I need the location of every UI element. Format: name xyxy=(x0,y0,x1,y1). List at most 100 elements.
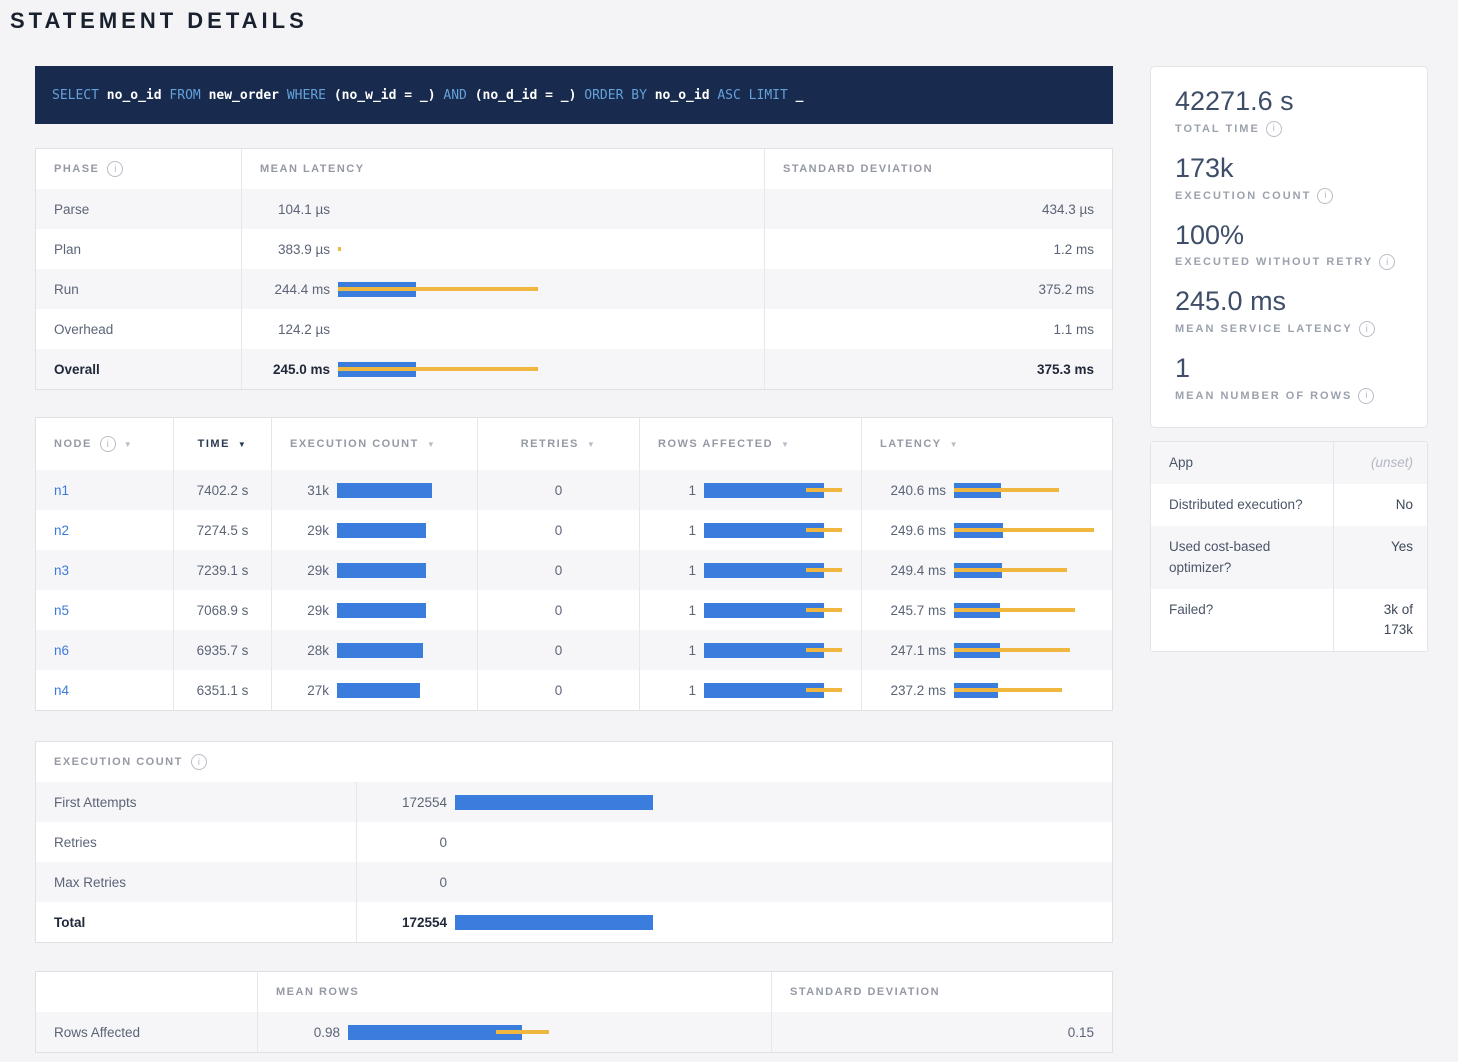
node-link[interactable]: n4 xyxy=(54,683,69,698)
latency-cell: 249.6 ms xyxy=(861,510,1114,550)
table-row: n6 6935.7 s 28k 0 1 247.1 ms xyxy=(36,630,1112,670)
stat-value: 42271.6 s xyxy=(1175,85,1403,119)
stat-value: 100% xyxy=(1175,219,1403,253)
stddev-value: 1.1 ms xyxy=(764,309,1114,349)
detail-row: Used cost-based optimizer? Yes xyxy=(1151,526,1427,589)
rows-affected-value: 1 xyxy=(640,603,696,618)
latency-bar-chart xyxy=(338,282,752,297)
mean-rows-bar-chart xyxy=(348,1025,759,1040)
mean-bar xyxy=(337,483,432,498)
sql-token-identifier: _ xyxy=(796,88,804,103)
execution-count-cell: 27k xyxy=(271,670,477,710)
stat-label-text: EXECUTION COUNT xyxy=(1175,190,1311,202)
latency-column-header[interactable]: LATENCY ▼ xyxy=(861,418,1114,470)
info-icon[interactable]: i xyxy=(107,161,123,177)
node-column-header[interactable]: NODE i ▼ xyxy=(36,418,173,470)
time-column-header[interactable]: TIME ▼ xyxy=(173,418,271,470)
node-cell: n4 xyxy=(36,670,173,710)
execution-count-value-cell: 172554 xyxy=(356,902,1114,942)
info-icon[interactable]: i xyxy=(191,754,207,770)
execution-count-bar-chart xyxy=(337,483,465,498)
info-icon[interactable]: i xyxy=(1317,188,1333,204)
mean-latency-cell: 124.2 µs xyxy=(241,309,764,349)
latency-bar-chart xyxy=(954,683,1102,698)
stat-label-text: MEAN SERVICE LATENCY xyxy=(1175,323,1353,335)
latency-cell: 247.1 ms xyxy=(861,630,1114,670)
stat-label: MEAN NUMBER OF ROWS i xyxy=(1175,388,1403,404)
execution-count-column-header[interactable]: EXECUTION COUNT ▼ xyxy=(271,418,477,470)
table-row: Total 172554 xyxy=(36,902,1112,942)
rows-affected-bar-chart xyxy=(704,683,849,698)
execution-count-table-header-label: EXECUTION COUNT xyxy=(54,756,183,768)
execution-count-bar-chart xyxy=(455,915,1102,930)
time-header-label: TIME xyxy=(198,438,230,450)
rows-affected-row-label: Rows Affected xyxy=(36,1012,257,1052)
retries-value: 0 xyxy=(477,510,639,550)
table-row: Plan 383.9 µs 1.2 ms xyxy=(36,229,1112,269)
stddev-bar xyxy=(806,608,842,612)
side-column: 42271.6 s TOTAL TIME i 173k EXECUTION CO… xyxy=(1150,66,1428,652)
detail-label: App xyxy=(1151,442,1334,484)
retries-column-header[interactable]: RETRIES ▼ xyxy=(477,418,639,470)
node-link[interactable]: n3 xyxy=(54,563,69,578)
stddev-bar xyxy=(496,1030,549,1034)
execution-count-header-row: EXECUTION COUNT i xyxy=(36,742,1112,782)
stat-block: 1 MEAN NUMBER OF ROWS i xyxy=(1175,352,1403,404)
node-table-header-row: NODE i ▼ TIME ▼ EXECUTION COUNT ▼ RETRIE… xyxy=(36,418,1112,470)
page-title: STATEMENT DETAILS xyxy=(10,8,308,34)
stat-value: 1 xyxy=(1175,352,1403,386)
stat-block: 42271.6 s TOTAL TIME i xyxy=(1175,85,1403,137)
execution-count-row-label: Max Retries xyxy=(36,862,356,902)
rows-affected-value: 1 xyxy=(640,523,696,538)
sql-token-identifier: (no_w_id = _) xyxy=(334,88,444,103)
stat-label: TOTAL TIME i xyxy=(1175,121,1403,137)
stat-block: 245.0 ms MEAN SERVICE LATENCY i xyxy=(1175,285,1403,337)
sql-token-keyword: SELECT xyxy=(52,88,107,103)
rows-affected-column-header[interactable]: ROWS AFFECTED ▼ xyxy=(639,418,861,470)
node-link[interactable]: n1 xyxy=(54,483,69,498)
rows-affected-value: 1 xyxy=(640,643,696,658)
latency-bar-chart xyxy=(954,603,1102,618)
sort-arrow-icon: ▼ xyxy=(238,440,247,449)
node-link[interactable]: n6 xyxy=(54,643,69,658)
mean-latency-value: 244.4 ms xyxy=(242,282,330,297)
phase-table-header-row: PHASE i MEAN LATENCY STANDARD DEVIATION xyxy=(36,149,1112,189)
node-cell: n5 xyxy=(36,590,173,630)
stat-label: MEAN SERVICE LATENCY i xyxy=(1175,321,1403,337)
table-row: First Attempts 172554 xyxy=(36,782,1112,822)
node-link[interactable]: n2 xyxy=(54,523,69,538)
detail-value: 3k of 173k xyxy=(1334,589,1428,652)
info-icon[interactable]: i xyxy=(1359,321,1375,337)
latency-cell: 245.7 ms xyxy=(861,590,1114,630)
execution-count-value: 29k xyxy=(272,563,329,578)
latency-cell: 249.4 ms xyxy=(861,550,1114,590)
info-icon[interactable]: i xyxy=(100,436,116,452)
latency-bar-chart xyxy=(338,242,752,257)
execution-count-row-value: 0 xyxy=(357,875,447,890)
stat-label: EXECUTED WITHOUT RETRY i xyxy=(1175,254,1403,270)
info-icon[interactable]: i xyxy=(1266,121,1282,137)
rows-affected-table-body: Rows Affected 0.98 0.15 xyxy=(36,1012,1112,1052)
mean-latency-value: 124.2 µs xyxy=(242,322,330,337)
info-icon[interactable]: i xyxy=(1379,254,1395,270)
retries-value: 0 xyxy=(477,630,639,670)
execution-count-value-cell: 0 xyxy=(356,862,1114,902)
execution-count-value: 28k xyxy=(272,643,329,658)
detail-row: App (unset) xyxy=(1151,442,1427,484)
execution-count-value: 29k xyxy=(272,523,329,538)
latency-value: 237.2 ms xyxy=(862,683,946,698)
node-link[interactable]: n5 xyxy=(54,603,69,618)
stat-value: 173k xyxy=(1175,152,1403,186)
time-value: 7402.2 s xyxy=(173,470,271,510)
mean-bar xyxy=(337,523,426,538)
execution-count-value: 27k xyxy=(272,683,329,698)
mean-bar xyxy=(455,795,653,810)
latency-cell: 240.6 ms xyxy=(861,470,1114,510)
execution-count-header-label: EXECUTION COUNT xyxy=(290,438,419,450)
detail-value: (unset) xyxy=(1334,442,1428,484)
info-icon[interactable]: i xyxy=(1358,388,1374,404)
phase-header-label: PHASE xyxy=(54,163,99,175)
stddev-value: 0.15 xyxy=(771,1012,1114,1052)
execution-count-value-cell: 0 xyxy=(356,822,1114,862)
retries-value: 0 xyxy=(477,550,639,590)
